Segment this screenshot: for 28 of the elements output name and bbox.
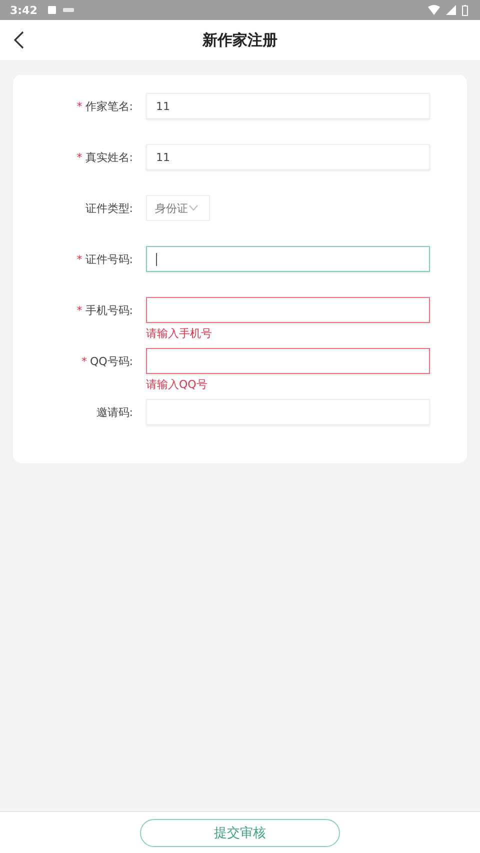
- field-label: QQ号码:: [90, 354, 133, 368]
- field-label: 邀请码:: [96, 404, 133, 420]
- field-label: 作家笔名:: [85, 98, 133, 114]
- input-field[interactable]: [146, 246, 430, 272]
- input-field[interactable]: [146, 348, 430, 374]
- field-label: 真实姓名:: [85, 150, 133, 164]
- chevron-down-icon: [189, 205, 198, 211]
- field-label: 证件号码:: [85, 252, 133, 266]
- status-time: 3:42: [10, 4, 38, 16]
- field-label: 手机号码:: [85, 302, 133, 318]
- required-mark: *: [76, 100, 82, 112]
- error-message: 请输入手机号: [146, 326, 212, 341]
- input-field[interactable]: 11: [146, 144, 430, 170]
- signal-icon: [446, 5, 456, 15]
- wifi-icon: [428, 5, 440, 15]
- required-mark: *: [76, 150, 82, 164]
- page-title: 新作家注册: [202, 30, 278, 50]
- field-label: 证件类型:: [85, 200, 133, 216]
- type-dropdown[interactable]: 身份证: [146, 195, 210, 221]
- input-field[interactable]: [146, 297, 430, 323]
- required-mark: *: [76, 252, 82, 266]
- battery-icon: [462, 4, 468, 16]
- error-message: 请输入QQ号: [146, 377, 208, 392]
- text-cursor: [156, 252, 157, 266]
- required-mark: *: [76, 304, 82, 316]
- back-icon[interactable]: [14, 31, 24, 49]
- required-mark: *: [81, 354, 87, 368]
- input-field[interactable]: 11: [146, 93, 430, 119]
